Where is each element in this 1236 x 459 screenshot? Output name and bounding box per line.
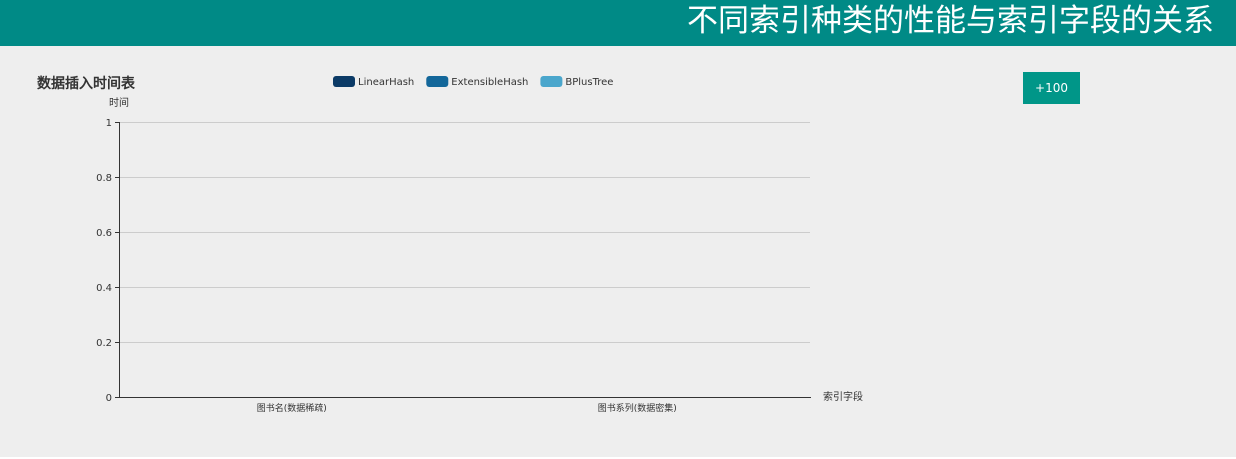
y-tick-label: 0 [106,393,112,404]
y-axis-ticks: 0 0.2 0.4 0.6 0.8 1 [96,118,119,404]
legend-swatch [426,76,449,87]
y-tick-label: 0.4 [96,283,112,294]
legend-label: BPlusTree [565,77,613,88]
page-header: 不同索引种类的性能与索引字段的关系 [0,0,1236,46]
x-axis-ticks: 图书名(数据稀疏) 图书系列(数据密集) [257,402,677,414]
page-title: 不同索引种类的性能与索引字段的关系 [687,3,1214,39]
legend-item[interactable]: BPlusTree [540,76,613,88]
legend: LinearHash ExtensibleHash BPlusTree [333,76,613,88]
x-tick-label: 图书名(数据稀疏) [257,402,327,414]
x-tick-label: 图书系列(数据密集) [598,402,677,414]
legend-label: LinearHash [358,77,414,88]
y-tick-label: 0.2 [96,338,112,349]
x-axis-title: 索引字段 [823,390,863,403]
legend-item[interactable]: ExtensibleHash [426,76,528,88]
legend-label: ExtensibleHash [451,77,528,88]
legend-swatch [540,76,563,87]
y-axis-title: 时间 [109,96,129,109]
gridlines [119,122,810,343]
chart-svg: 0 0.2 0.4 0.6 0.8 1 时间 索引字段 图书名(数据稀疏) 图书系列(数据密… [96,76,863,414]
legend-swatch [333,76,355,87]
y-tick-label: 0.8 [96,173,112,184]
legend-item[interactable]: LinearHash [333,76,414,88]
y-tick-label: 1 [106,118,112,129]
chart-panel: 数据插入时间表 +100 0 0.2 0.4 0.6 0.8 1 时间 索引字段 图书名(… [0,46,1236,457]
y-tick-label: 0.6 [96,228,112,239]
